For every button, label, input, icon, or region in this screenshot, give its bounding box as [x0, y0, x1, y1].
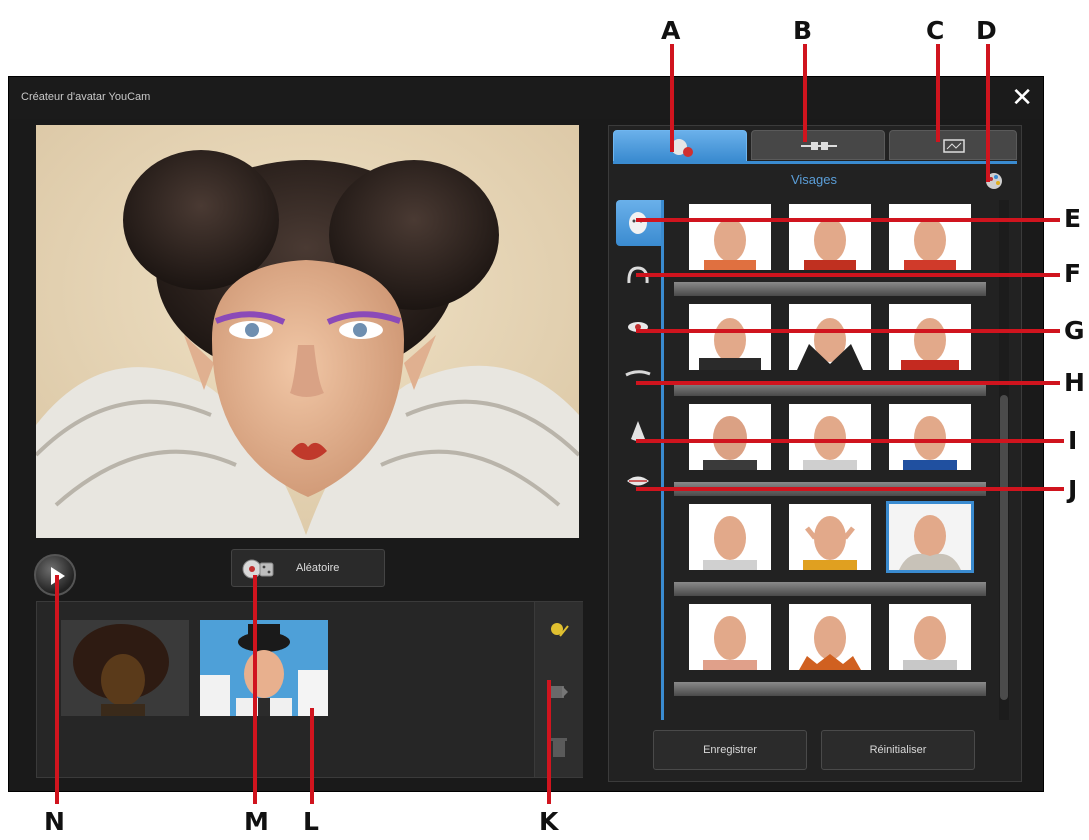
tab-background[interactable] — [889, 130, 1017, 160]
face-option[interactable] — [689, 404, 771, 470]
face-option[interactable] — [689, 504, 771, 570]
callout-line-b — [803, 44, 807, 142]
callout-line-g — [636, 329, 1060, 333]
close-icon[interactable]: ✕ — [1011, 83, 1033, 113]
mouth-icon — [627, 476, 649, 486]
category-faces[interactable] — [616, 200, 662, 246]
face-option[interactable] — [889, 404, 971, 470]
face-option[interactable] — [889, 204, 971, 270]
edit-avatar-icon[interactable] — [548, 620, 570, 640]
face-option[interactable] — [789, 404, 871, 470]
tab-accessories[interactable] — [751, 130, 885, 160]
category-mouth[interactable] — [616, 458, 662, 504]
callout-k: K — [539, 807, 559, 836]
avatar-preview — [36, 125, 579, 538]
category-eyes[interactable] — [616, 304, 662, 350]
callout-e: E — [1064, 204, 1082, 233]
callout-line-h — [636, 381, 1060, 385]
callout-l: L — [303, 807, 319, 836]
reset-button-label: Réinitialiser — [869, 744, 927, 756]
face-option[interactable] — [789, 304, 871, 370]
callout-n: N — [44, 807, 65, 836]
dice-icon — [242, 559, 274, 579]
section-title: Visages — [790, 172, 837, 187]
callout-b: B — [793, 16, 813, 45]
callout-line-j — [636, 487, 1064, 491]
callout-j: J — [1068, 475, 1078, 504]
category-sidebar — [616, 200, 662, 720]
callout-line-e — [636, 218, 1060, 222]
callout-h: H — [1064, 368, 1085, 397]
saved-avatar-2[interactable] — [200, 620, 328, 716]
callout-line-c — [936, 44, 940, 142]
face-icon — [629, 212, 647, 234]
callout-line-d — [986, 44, 990, 182]
background-icon — [943, 139, 965, 153]
face-row-5 — [674, 600, 986, 696]
face-row-1 — [674, 200, 986, 296]
callout-f: F — [1064, 259, 1082, 288]
callout-line-i — [636, 439, 1064, 443]
editor-panel: Visages Enregistrer Réinitialiser — [608, 125, 1022, 782]
callout-line-a — [670, 44, 674, 152]
face-option[interactable] — [689, 604, 771, 670]
avatar-creator-window: Créateur d'avatar YouCam ✕ Aléatoire Vis… — [8, 76, 1044, 792]
delete-avatar-icon[interactable] — [550, 736, 568, 758]
face-option[interactable] — [789, 204, 871, 270]
face-row-3 — [674, 400, 986, 496]
callout-i: I — [1068, 426, 1078, 455]
category-eyebrows[interactable] — [616, 350, 662, 396]
random-button-label: Aléatoire — [296, 562, 340, 574]
callout-line-m — [253, 575, 257, 804]
callout-line-n — [55, 575, 59, 804]
face-option-selected[interactable] — [886, 501, 974, 573]
title-bar: Créateur d'avatar YouCam ✕ — [9, 77, 1043, 119]
export-avatar-icon[interactable] — [548, 682, 570, 702]
callout-a: A — [661, 16, 681, 45]
reset-button[interactable]: Réinitialiser — [821, 730, 975, 770]
category-nose[interactable] — [616, 408, 662, 454]
saved-avatar-1[interactable] — [61, 620, 189, 716]
library-toolbar — [534, 602, 583, 777]
face-option[interactable] — [789, 504, 871, 570]
eyebrow-icon — [625, 370, 651, 377]
face-row-4 — [674, 500, 986, 596]
callout-g: G — [1064, 316, 1085, 345]
grid-scrollbar[interactable] — [999, 200, 1009, 720]
callout-line-k — [547, 680, 551, 804]
callout-c: C — [926, 16, 945, 45]
tab-face-editor[interactable] — [613, 130, 747, 162]
face-shape-grid — [661, 200, 1000, 720]
face-option[interactable] — [889, 604, 971, 670]
save-button-label: Enregistrer — [703, 744, 757, 756]
face-option[interactable] — [889, 304, 971, 370]
callout-m: M — [244, 807, 269, 836]
face-option[interactable] — [789, 604, 871, 670]
save-button[interactable]: Enregistrer — [653, 730, 807, 770]
window-title: Créateur d'avatar YouCam — [21, 91, 151, 103]
tab-underline — [613, 161, 1017, 164]
avatar-portrait-image — [36, 125, 579, 538]
callout-line-f — [636, 273, 1060, 277]
callout-line-l — [310, 708, 314, 804]
face-option[interactable] — [689, 204, 771, 270]
callout-d: D — [976, 16, 997, 45]
face-option[interactable] — [689, 304, 771, 370]
